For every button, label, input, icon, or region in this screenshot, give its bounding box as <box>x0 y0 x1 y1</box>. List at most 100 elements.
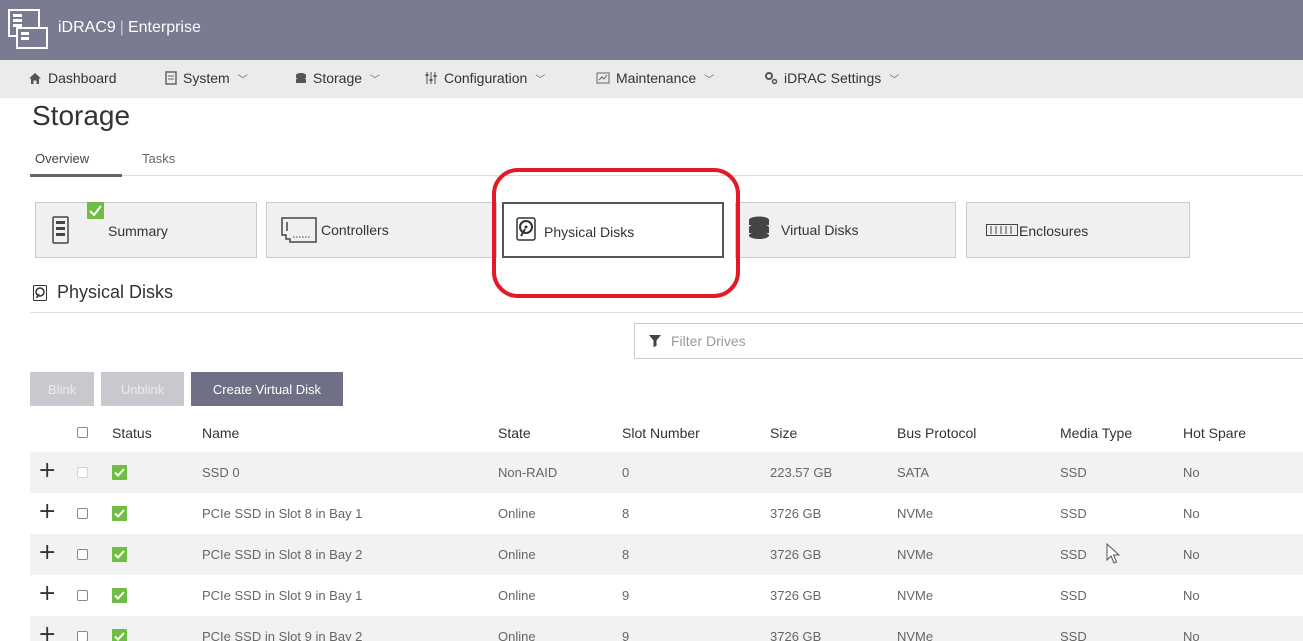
table-row[interactable]: + PCIe SSD in Slot 9 in Bay 1 Online 9 3… <box>30 575 1303 616</box>
page-title: Storage <box>32 100 131 131</box>
product-separator: | <box>119 19 124 36</box>
nav-maintenance[interactable]: Maintenance ﹀ <box>596 70 714 86</box>
expand-icon[interactable]: + <box>38 624 56 641</box>
cell-size: 3726 GB <box>770 629 822 641</box>
nav-storage[interactable]: Storage ﹀ <box>295 70 380 86</box>
cell-name: SSD 0 <box>202 465 240 480</box>
status-ok-icon <box>112 465 127 480</box>
expand-icon[interactable]: + <box>38 460 56 482</box>
cell-state: Non-RAID <box>498 465 558 480</box>
filter-box <box>634 323 1303 359</box>
cell-media-type: SSD <box>1060 629 1087 641</box>
maintenance-icon <box>596 72 610 84</box>
card-enclosures[interactable]: Enclosures <box>966 202 1190 258</box>
cell-bus-protocol: SATA <box>897 465 930 480</box>
cell-slot: 9 <box>622 629 630 641</box>
row-checkbox[interactable] <box>77 590 88 601</box>
nav-system-label: System <box>183 70 230 86</box>
top-banner: iDRAC9 | Enterprise <box>0 0 1303 60</box>
cell-slot: 0 <box>622 465 630 480</box>
tab-overview[interactable]: Overview <box>30 151 122 177</box>
unblink-button[interactable]: Unblink <box>101 372 184 406</box>
table-row[interactable]: + PCIe SSD in Slot 9 in Bay 2 Online 9 3… <box>30 616 1303 641</box>
cell-slot: 8 <box>622 547 630 562</box>
cell-bus-protocol: NVMe <box>897 547 934 562</box>
card-summary[interactable]: Summary <box>35 202 257 258</box>
column-status[interactable]: Status <box>112 425 152 441</box>
server-icon <box>165 71 177 85</box>
blink-button[interactable]: Blink <box>30 372 94 406</box>
cell-name: PCIe SSD in Slot 9 in Bay 2 <box>202 629 363 641</box>
column-slot-number[interactable]: Slot Number <box>622 425 700 441</box>
column-bus-protocol[interactable]: Bus Protocol <box>897 425 976 441</box>
filter-drives-input[interactable] <box>671 333 1171 349</box>
select-all-checkbox[interactable] <box>77 427 88 438</box>
cell-media-type: SSD <box>1060 588 1087 603</box>
cell-slot: 8 <box>622 506 630 521</box>
card-controllers[interactable]: Controllers <box>266 202 497 258</box>
table-header: Status Name State Slot Number Size Bus P… <box>30 414 1303 452</box>
row-checkbox[interactable] <box>77 631 88 641</box>
cell-media-type: SSD <box>1060 506 1087 521</box>
check-badge-icon <box>87 202 104 219</box>
cell-hot-spare: No <box>1183 588 1200 603</box>
nav-configuration-label: Configuration <box>444 70 528 86</box>
card-virtual-disks[interactable]: Virtual Disks <box>735 202 956 258</box>
expand-icon[interactable]: + <box>38 501 56 523</box>
nav-configuration[interactable]: Configuration ﹀ <box>424 70 545 86</box>
settings-gear-icon <box>765 72 778 85</box>
tab-tasks[interactable]: Tasks <box>142 151 175 166</box>
storage-icon <box>296 72 306 83</box>
table-row[interactable]: + SSD 0 Non-RAID 0 223.57 GB SATA SSD No <box>30 452 1303 493</box>
cell-slot: 9 <box>622 588 630 603</box>
row-checkbox[interactable] <box>77 508 88 519</box>
card-virtual-disks-label: Virtual Disks <box>781 222 859 238</box>
nav-system[interactable]: System ﹀ <box>165 70 248 86</box>
physical-disk-icon <box>33 285 47 301</box>
cell-state: Online <box>498 547 536 562</box>
nav-dashboard[interactable]: Dashboard <box>28 70 117 86</box>
nav-maintenance-label: Maintenance <box>616 70 697 86</box>
expand-icon[interactable]: + <box>38 542 56 564</box>
nav-storage-label: Storage <box>313 70 363 86</box>
home-icon <box>29 72 41 84</box>
column-name[interactable]: Name <box>202 425 239 441</box>
column-size[interactable]: Size <box>770 425 797 441</box>
table-row[interactable]: + PCIe SSD in Slot 8 in Bay 1 Online 8 3… <box>30 493 1303 534</box>
column-media-type[interactable]: Media Type <box>1060 425 1132 441</box>
chevron-down-icon: ﹀ <box>370 74 381 86</box>
nav-idrac-settings-label: iDRAC Settings <box>784 70 882 86</box>
cell-hot-spare: No <box>1183 547 1200 562</box>
cell-state: Online <box>498 506 536 521</box>
chevron-down-icon: ﹀ <box>704 74 715 86</box>
chevron-down-icon: ﹀ <box>237 74 248 86</box>
nav-idrac-settings[interactable]: iDRAC Settings ﹀ <box>764 70 899 86</box>
row-checkbox[interactable] <box>77 549 88 560</box>
cell-bus-protocol: NVMe <box>897 629 934 641</box>
status-ok-icon <box>112 629 127 641</box>
card-enclosures-label: Enclosures <box>1019 223 1089 239</box>
license-label: Enterprise <box>127 19 201 36</box>
cell-hot-spare: No <box>1183 465 1200 480</box>
controller-icon <box>281 217 317 243</box>
cell-media-type: SSD <box>1060 465 1087 480</box>
cell-hot-spare: No <box>1183 506 1200 521</box>
idrac-logo-icon <box>8 9 48 49</box>
cell-state: Online <box>498 588 536 603</box>
section-divider <box>30 312 1303 313</box>
main-nav: Dashboard System ﹀ Storage ﹀ Configurati… <box>0 60 1303 98</box>
cell-name: PCIe SSD in Slot 8 in Bay 1 <box>202 506 363 521</box>
virtual-disk-icon <box>749 216 769 239</box>
cell-name: PCIe SSD in Slot 9 in Bay 1 <box>202 588 363 603</box>
mouse-cursor-icon <box>1106 543 1121 564</box>
enclosure-icon <box>986 224 1018 236</box>
create-virtual-disk-button[interactable]: Create Virtual Disk <box>191 372 343 406</box>
product-name: iDRAC9 <box>58 19 116 36</box>
row-checkbox[interactable] <box>77 467 88 478</box>
column-state[interactable]: State <box>498 425 531 441</box>
product-title: iDRAC9 | Enterprise <box>58 19 201 37</box>
cell-bus-protocol: NVMe <box>897 588 934 603</box>
column-hot-spare[interactable]: Hot Spare <box>1183 425 1246 441</box>
filter-icon <box>649 335 661 347</box>
expand-icon[interactable]: + <box>38 583 56 605</box>
